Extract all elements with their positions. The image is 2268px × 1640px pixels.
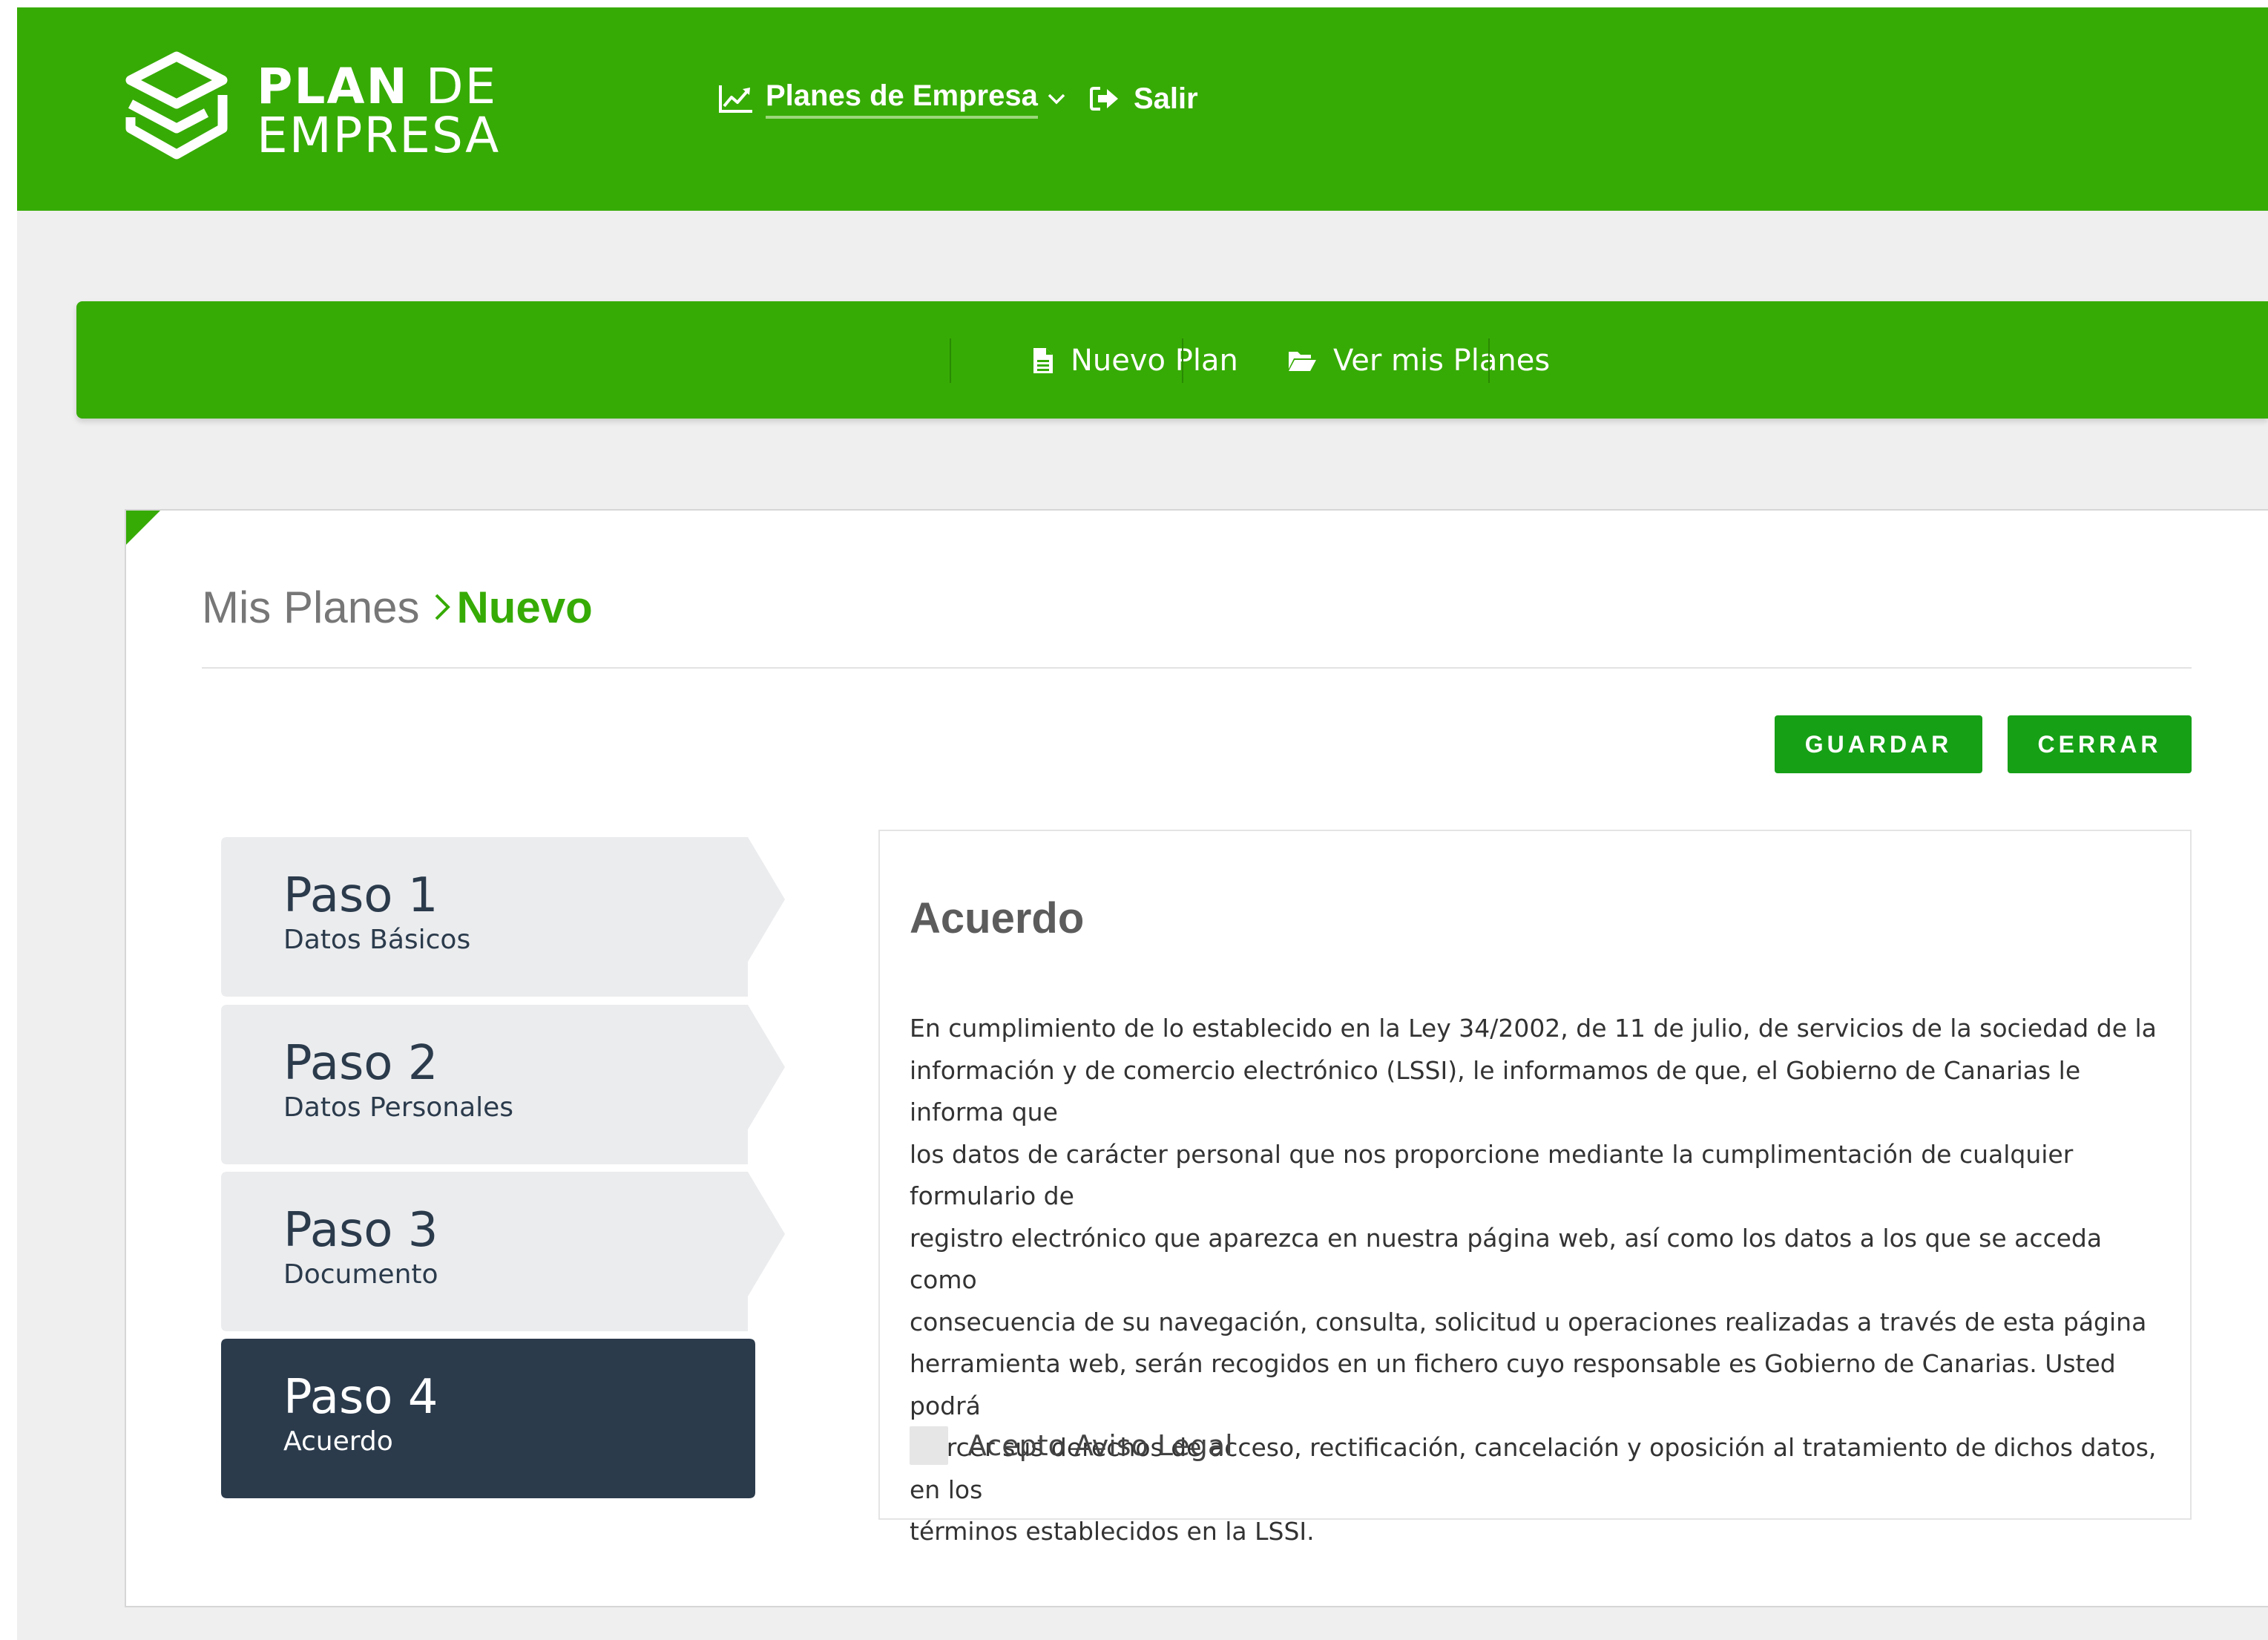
chevron-down-icon [1048, 94, 1065, 105]
logo-text-line2: EMPRESA [257, 107, 501, 164]
page: PLAN DE EMPRESA Planes de Empresa Salir [0, 0, 2268, 1640]
corner-accent [126, 511, 160, 545]
divider [950, 338, 951, 383]
nav-salir-label: Salir [1134, 82, 1198, 115]
divider [1488, 338, 1490, 383]
guardar-button[interactable]: GUARDAR [1775, 715, 1982, 773]
panel-title: Acuerdo [910, 894, 1085, 942]
step-1-tab[interactable]: Paso 1 Datos Básicos [221, 837, 785, 997]
chevron-right-icon [435, 594, 451, 620]
legal-text-line: términos establecidos en la LSSI. [910, 1517, 1315, 1546]
legal-text: En cumplimiento de lo establecido en la … [910, 1008, 2163, 1553]
main-card: Mis Planes Nuevo GUARDAR CERRAR Paso 1 D… [125, 509, 2268, 1607]
accept-legal-label[interactable]: Acepto Aviso Legal [967, 1429, 1233, 1462]
divider [1182, 338, 1183, 383]
breadcrumb: Mis Planes Nuevo [202, 577, 593, 637]
step-title: Paso 2 [283, 1036, 438, 1091]
agreement-panel: Acuerdo En cumplimiento de lo establecid… [878, 830, 2192, 1546]
ver-mis-planes-link[interactable]: Ver mis Planes [1287, 337, 1550, 384]
cerrar-button[interactable]: CERRAR [2008, 715, 2192, 773]
ver-mis-planes-label: Ver mis Planes [1333, 344, 1551, 378]
breadcrumb-mis-planes[interactable]: Mis Planes [202, 582, 419, 633]
divider [202, 667, 2192, 669]
step-subtitle: Datos Básicos [283, 925, 471, 955]
step-subtitle: Datos Personales [283, 1092, 514, 1123]
step-3-tab[interactable]: Paso 3 Documento [221, 1172, 785, 1331]
document-icon [1033, 348, 1053, 373]
legal-text-line: información y de comercio electrónico (L… [910, 1055, 2081, 1127]
step-4-tab[interactable]: Paso 4 Acuerdo [221, 1339, 785, 1498]
breadcrumb-current: Nuevo [456, 582, 593, 632]
logo[interactable]: PLAN DE EMPRESA [125, 50, 499, 177]
legal-text-line: En cumplimiento de lo establecido en la … [910, 1014, 2157, 1043]
step-2-tab[interactable]: Paso 2 Datos Personales [221, 1005, 785, 1164]
nuevo-plan-label: Nuevo Plan [1071, 344, 1238, 378]
legal-text-line: registro electrónico que aparezca en nue… [910, 1223, 2103, 1295]
nav-salir[interactable]: Salir [1089, 73, 1198, 125]
step-subtitle: Acuerdo [283, 1426, 393, 1457]
top-margin [0, 0, 2268, 7]
sub-navigation-bar: Nuevo Plan Ver mis Planes [76, 301, 2268, 419]
step-subtitle: Documento [283, 1259, 438, 1290]
left-margin [0, 0, 17, 1640]
nav-planes-label: Planes de Empresa [766, 79, 1038, 119]
step-title: Paso 1 [283, 868, 438, 923]
nav-planes-de-empresa[interactable]: Planes de Empresa [718, 73, 1066, 125]
logo-box-icon [125, 51, 228, 160]
nuevo-plan-link[interactable]: Nuevo Plan [1032, 337, 1238, 384]
top-header: PLAN DE EMPRESA Planes de Empresa Salir [17, 7, 2268, 211]
legal-text-line: consecuencia de su navegación, consulta,… [910, 1307, 2147, 1336]
sign-out-icon [1090, 87, 1118, 111]
line-chart-icon [719, 85, 752, 113]
accept-legal-checkbox[interactable] [910, 1426, 948, 1465]
step-title: Paso 4 [283, 1370, 438, 1425]
legal-text-line: los datos de carácter personal que nos p… [910, 1139, 2074, 1211]
legal-text-line: herramienta web, serán recogidos en un f… [910, 1349, 2116, 1420]
accept-legal-row[interactable]: Acepto Aviso Legal [910, 1423, 1233, 1468]
folder-open-icon [1289, 352, 1316, 371]
step-title: Paso 3 [283, 1203, 438, 1258]
